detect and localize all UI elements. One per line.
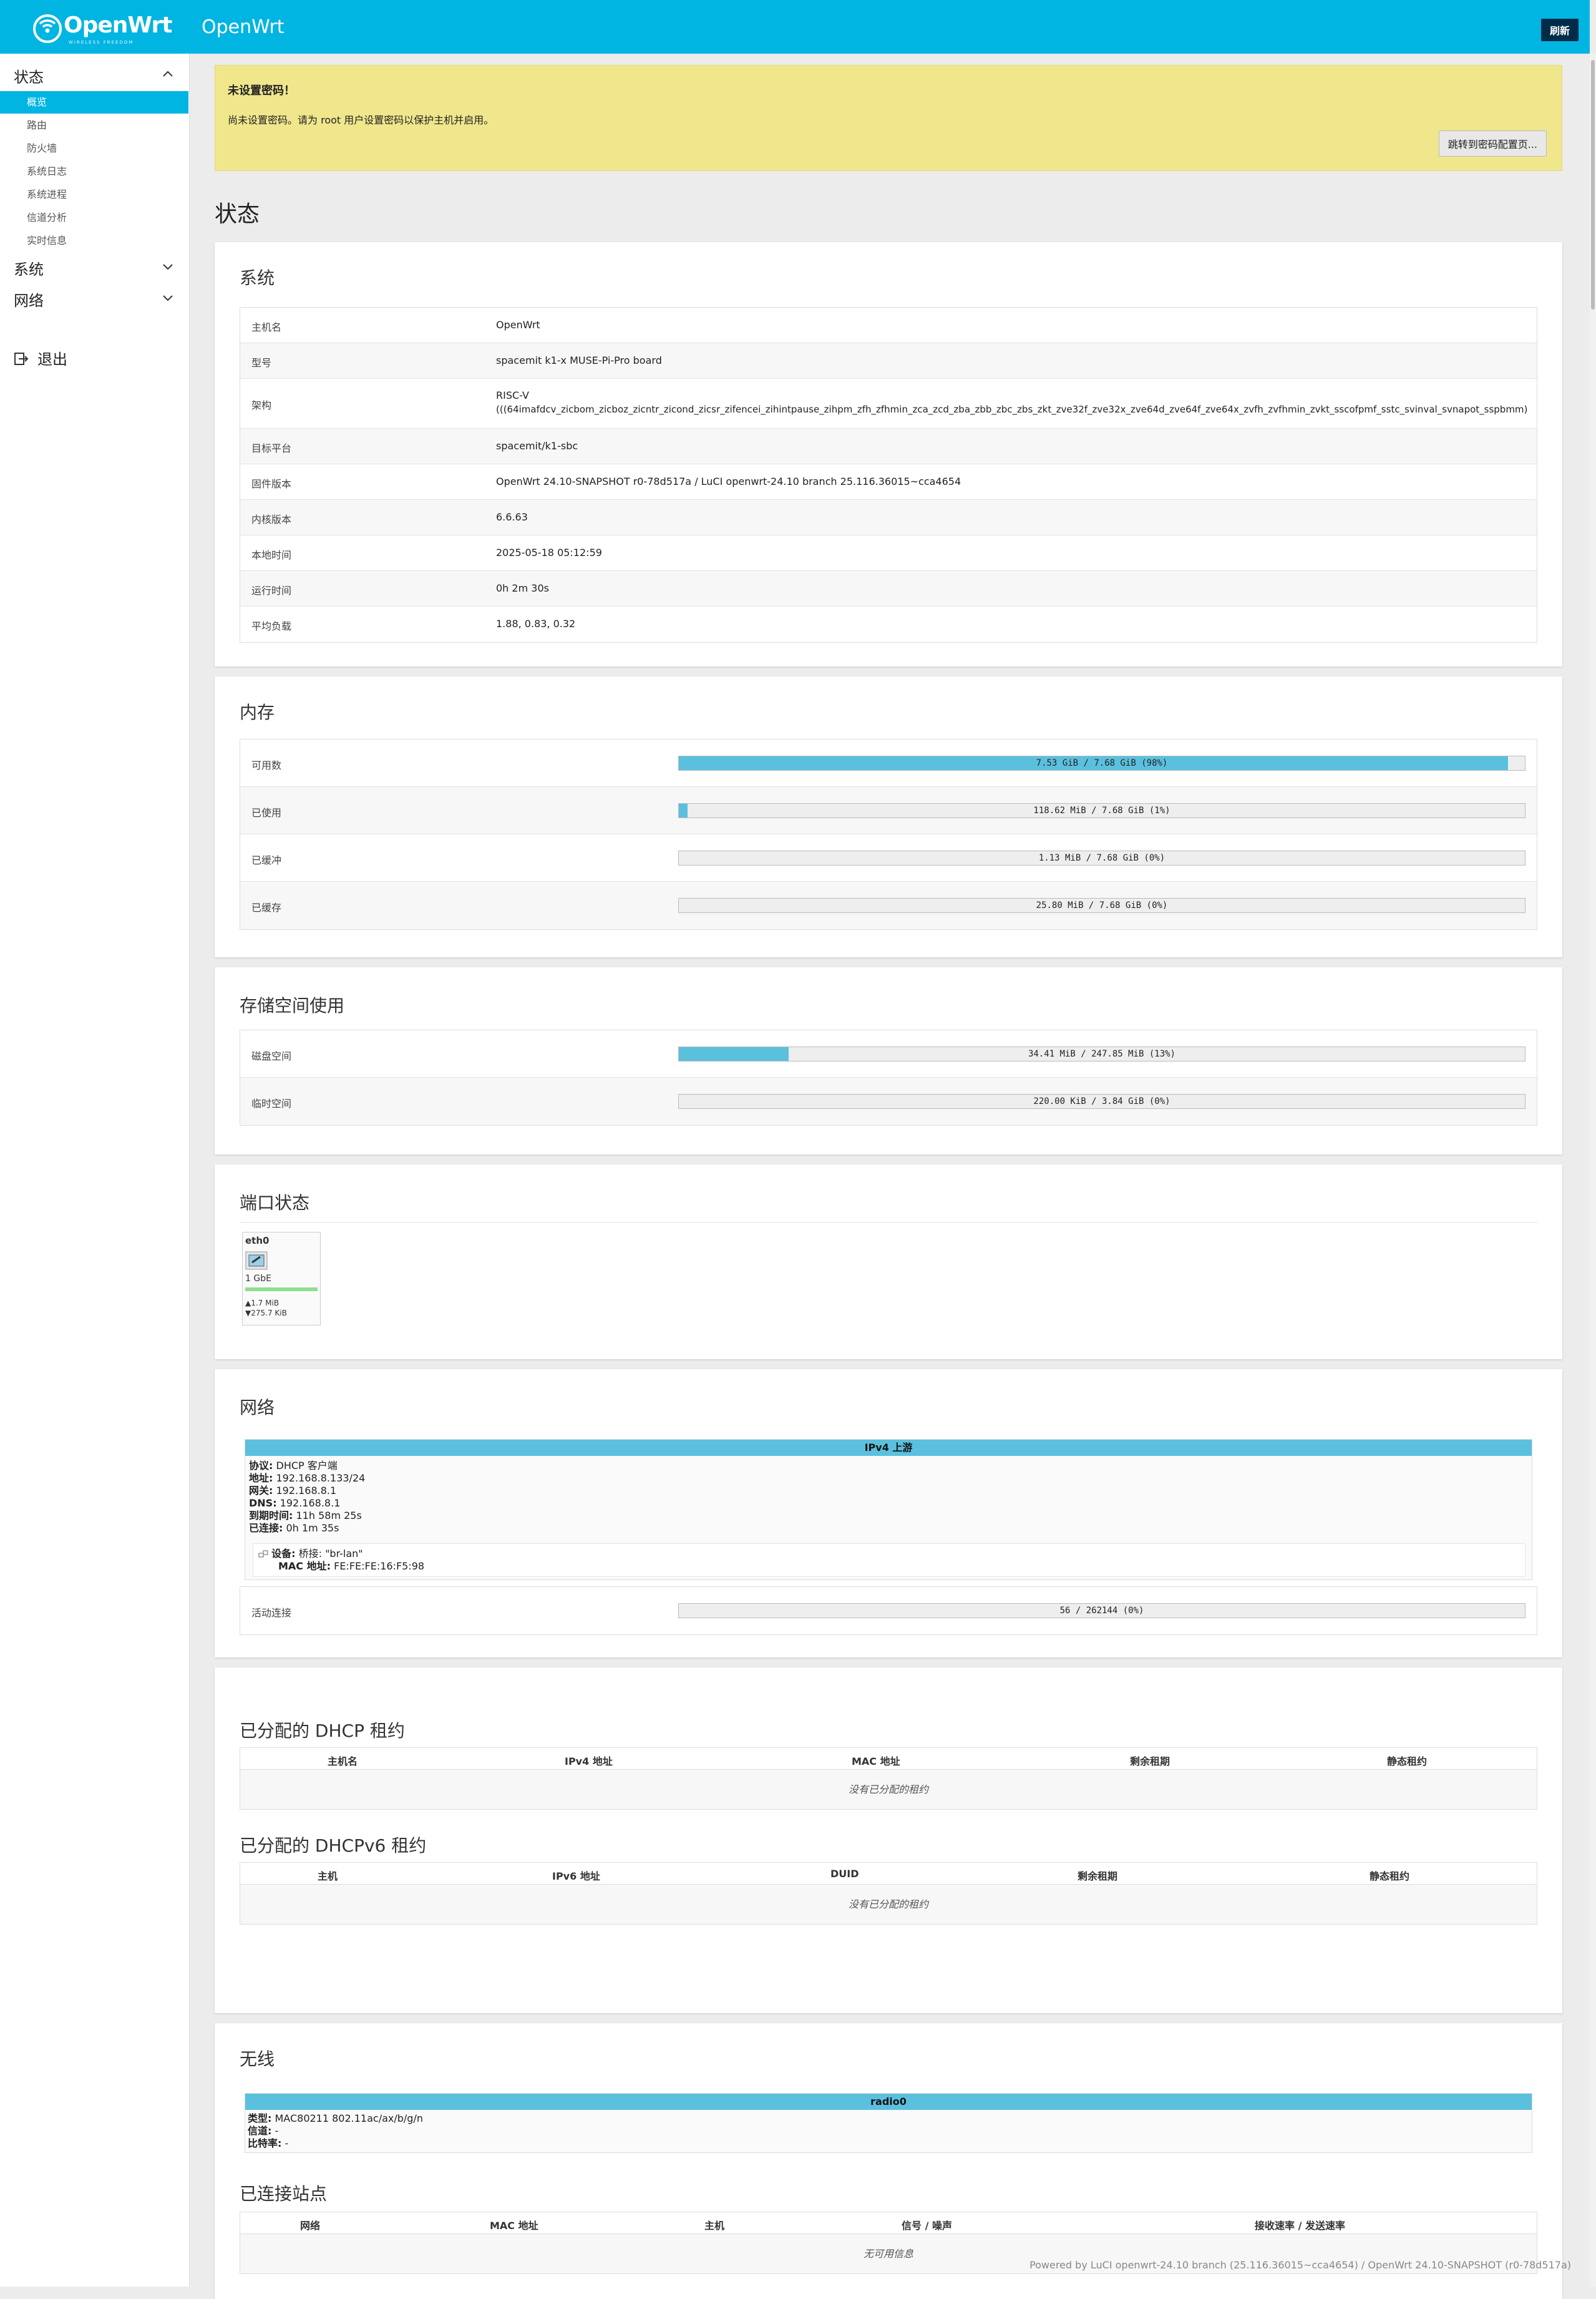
table-row: 可用数 7.53 GiB / 7.68 GiB (98%) [240, 739, 1537, 787]
system-table: 主机名 OpenWrt 型号 spacemit k1-x MUSE-Pi-Pro b… [240, 307, 1537, 643]
table-row: 平均负载 1.88, 0.83, 0.32 [251, 618, 576, 632]
chevron-down-icon[interactable] [161, 291, 175, 305]
network-title: 网络 [240, 1397, 275, 1418]
ethernet-port-icon [245, 1251, 268, 1270]
dhcp-title: 已分配的 DHCP 租约 [240, 1721, 405, 1741]
sidebar-item-firewall[interactable]: 防火墙 [0, 137, 188, 160]
table-row: 架构 RISC-V (((64imafdcv_zicbom_zicboz_zicnt… [240, 379, 1537, 429]
logout-icon [14, 353, 29, 365]
chevron-up-icon[interactable] [161, 67, 175, 81]
network-card: 网络 IPv4 上游 协议: DHCP 客户端 地址: 192.168.8.13… [215, 1369, 1562, 1657]
sidebar-item-syslog[interactable]: 系统日志 [0, 160, 188, 183]
table-row: 活动连接 56 / 262144 (0%) [240, 1587, 1537, 1634]
table-row: 磁盘空间 34.41 MiB / 247.85 MiB (13%) [240, 1030, 1537, 1078]
sidebar-item-overview[interactable]: 概览 [0, 91, 188, 114]
memory-title: 内存 [240, 702, 275, 723]
storage-table: 磁盘空间 34.41 MiB / 247.85 MiB (13%) 临时空间 220… [240, 1030, 1537, 1126]
port-name: eth0 [245, 1235, 270, 1246]
header-bar: OpenWrt WIRELESS FREEDOM OpenWrt 刷新 [0, 0, 1590, 54]
port-status-card: 端口状态 eth0 1 GbE ▲1.7 MiB ▼275.7 KiB [215, 1164, 1562, 1359]
refresh-button[interactable]: 刷新 [1540, 19, 1579, 41]
dhcpv6-table-header: 主机 IPv6 地址 DUID 剩余租期 静态租约 [240, 1862, 1537, 1885]
memory-table: 可用数 7.53 GiB / 7.68 GiB (98%) 已使用 118.62 M… [240, 739, 1537, 930]
progress-bar: 7.53 GiB / 7.68 GiB (98%) [678, 756, 1525, 771]
sidebar-item-routes[interactable]: 路由 [0, 114, 188, 137]
port-speed: 1 GbE [245, 1274, 271, 1284]
port-status-title: 端口状态 [240, 1193, 310, 1213]
ipv4-upstream-panel: IPv4 上游 协议: DHCP 客户端 地址: 192.168.8.133/2… [245, 1439, 1532, 1580]
table-row: 已使用 118.62 MiB / 7.68 GiB (1%) [240, 787, 1537, 834]
memory-card: 内存 可用数 7.53 GiB / 7.68 GiB (98%) 已使用 118.6… [215, 676, 1562, 957]
scrollbar[interactable] [1590, 54, 1596, 2287]
storage-card: 存储空间使用 磁盘空间 34.41 MiB / 247.85 MiB (13%) … [215, 967, 1562, 1154]
logo-text: OpenWrt [64, 12, 172, 38]
table-row: 主机名 OpenWrt [240, 308, 1537, 343]
progress-bar: 1.13 MiB / 7.68 GiB (0%) [678, 851, 1525, 866]
dhcpv6-title: 已分配的 DHCPv6 租约 [240, 1835, 427, 1856]
port-rx: ▼275.7 KiB [245, 1309, 287, 1317]
brand-title[interactable]: OpenWrt [202, 16, 285, 38]
table-row: 内核版本 6.6.63 [240, 500, 1537, 535]
table-row: 临时空间 220.00 KiB / 3.84 GiB (0%) [240, 1078, 1537, 1125]
logout-link[interactable]: 退出 [14, 347, 67, 369]
system-card: 系统 主机名 OpenWrt 型号 spacemit k1-x MUSE-Pi-Pr… [215, 242, 1562, 666]
logout-label: 退出 [37, 351, 67, 368]
link-indicator [245, 1287, 318, 1291]
openwrt-logo[interactable]: OpenWrt WIRELESS FREEDOM [31, 9, 172, 46]
wireless-title: 无线 [240, 2049, 275, 2069]
dhcp-card: 已分配的 DHCP 租约 主机名 IPv4 地址 MAC 地址 剩余租期 静态租… [215, 1667, 1562, 2013]
progress-bar: 25.80 MiB / 7.68 GiB (0%) [678, 898, 1525, 913]
goto-password-button[interactable]: 跳转到密码配置页... [1438, 130, 1547, 157]
device-box: 设备: 桥接: "br-lan" MAC 地址: FE:FE:FE:16:F5:… [253, 1543, 1525, 1577]
table-row: 固件版本 OpenWrt 24.10-SNAPSHOT r0-78d517a / … [240, 464, 1537, 500]
port-eth0[interactable]: eth0 1 GbE ▲1.7 MiB ▼275.7 KiB [242, 1232, 321, 1325]
sidebar-item-realtime[interactable]: 实时信息 [0, 230, 188, 252]
stations-title: 已连接站点 [240, 2184, 328, 2204]
wifi-logo-icon [33, 14, 62, 43]
progress-bar: 56 / 262144 (0%) [678, 1603, 1525, 1618]
menu-network[interactable]: 网络 [14, 288, 44, 310]
progress-bar: 34.41 MiB / 247.85 MiB (13%) [678, 1047, 1525, 1062]
footer: Powered by LuCI openwrt-24.10 branch (25… [1029, 2259, 1571, 2271]
chevron-down-icon[interactable] [161, 260, 175, 273]
table-row: 型号 spacemit k1-x MUSE-Pi-Pro board [240, 343, 1537, 379]
radio0-panel: radio0 类型: MAC80211 802.11ac/ax/b/g/n 信道… [245, 2093, 1532, 2153]
progress-bar: 118.62 MiB / 7.68 GiB (1%) [678, 803, 1525, 818]
stations-table-header: 网络 MAC 地址 主机 信号 / 噪声 接收速率 / 发送速率 [240, 2212, 1537, 2234]
dhcp-empty: 没有已分配的租约 [240, 1770, 1537, 1810]
password-alert: 未设置密码！ 尚未设置密码。请为 root 用户设置密码以保护主机并启用。 跳转… [215, 65, 1562, 171]
radio0-header: radio0 [245, 2094, 1532, 2110]
progress-bar: 220.00 KiB / 3.84 GiB (0%) [678, 1094, 1525, 1109]
system-title: 系统 [240, 268, 275, 288]
connections-table: 活动连接 56 / 262144 (0%) [240, 1586, 1537, 1635]
table-row: 本地时间 2025-05-18 05:12:59 [240, 535, 1537, 571]
ipv4-upstream-header: IPv4 上游 [245, 1440, 1532, 1456]
table-row: 已缓冲 1.13 MiB / 7.68 GiB (0%) [240, 834, 1537, 882]
wireless-card: 无线 radio0 类型: MAC80211 802.11ac/ax/b/g/n… [215, 2023, 1562, 2299]
sidebar-item-processes[interactable]: 系统进程 [0, 183, 188, 206]
table-row: 运行时间 0h 2m 30s [240, 571, 1537, 607]
dhcp-table-header: 主机名 IPv4 地址 MAC 地址 剩余租期 静态租约 [240, 1747, 1537, 1770]
bridge-icon [258, 1550, 268, 1558]
logo-subtext: WIRELESS FREEDOM [69, 40, 134, 45]
dhcpv6-empty: 没有已分配的租约 [240, 1885, 1537, 1925]
page-title: 状态 [215, 202, 260, 227]
table-row: 已缓存 25.80 MiB / 7.68 GiB (0%) [240, 882, 1537, 929]
port-tx: ▲1.7 MiB [245, 1299, 280, 1307]
menu-system[interactable]: 系统 [14, 257, 44, 279]
table-row: 目标平台 spacemit/k1-sbc [240, 429, 1537, 464]
storage-title: 存储空间使用 [240, 995, 345, 1016]
scrollbar-thumb[interactable] [1591, 60, 1595, 310]
menu-status[interactable]: 状态 [14, 65, 44, 87]
sidebar-item-channel-analysis[interactable]: 信道分析 [0, 207, 188, 229]
sidebar: 状态 概览 路由 防火墙 系统日志 系统进程 信道分析 实时信息 系统 网络 退… [0, 54, 190, 2287]
alert-title: 未设置密码！ [228, 84, 295, 97]
alert-text: 尚未设置密码。请为 root 用户设置密码以保护主机并启用。 [228, 114, 494, 126]
